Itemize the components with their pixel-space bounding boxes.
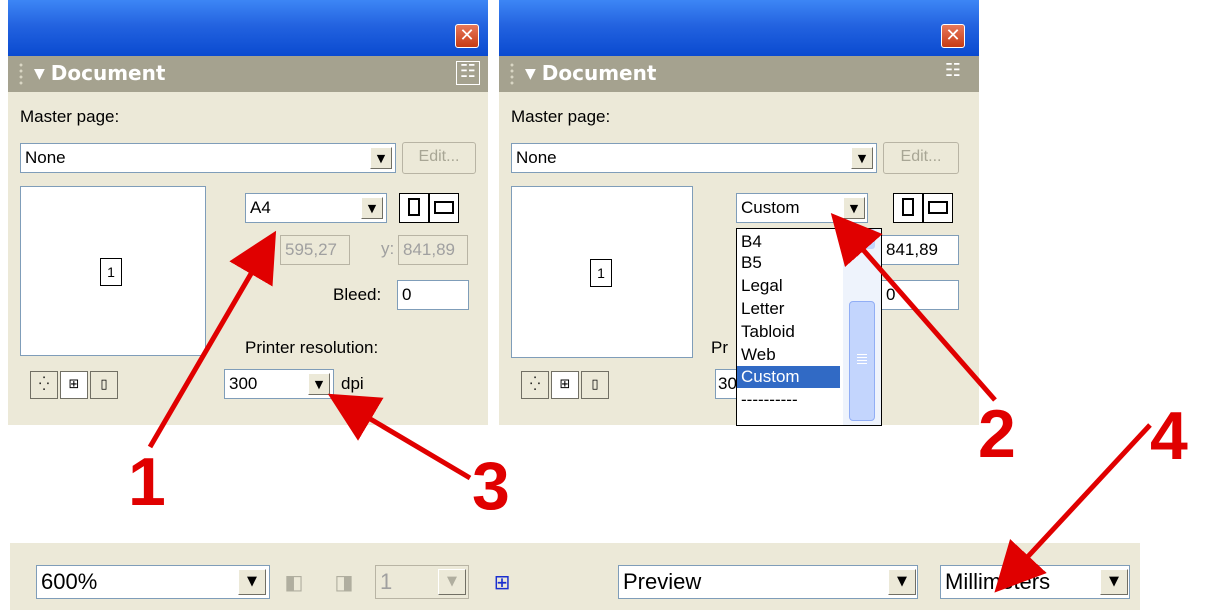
arrow-1	[147, 230, 277, 449]
annotation-arrows	[147, 212, 1152, 593]
arrow-4	[994, 423, 1152, 593]
arrow-2	[830, 212, 997, 402]
annotation-number-4: 4	[1150, 398, 1188, 474]
annotation-number-2: 2	[978, 396, 1016, 472]
annotation-number-1: 1	[128, 444, 166, 520]
arrow-3	[327, 393, 472, 481]
annotation-number-3: 3	[472, 448, 510, 524]
